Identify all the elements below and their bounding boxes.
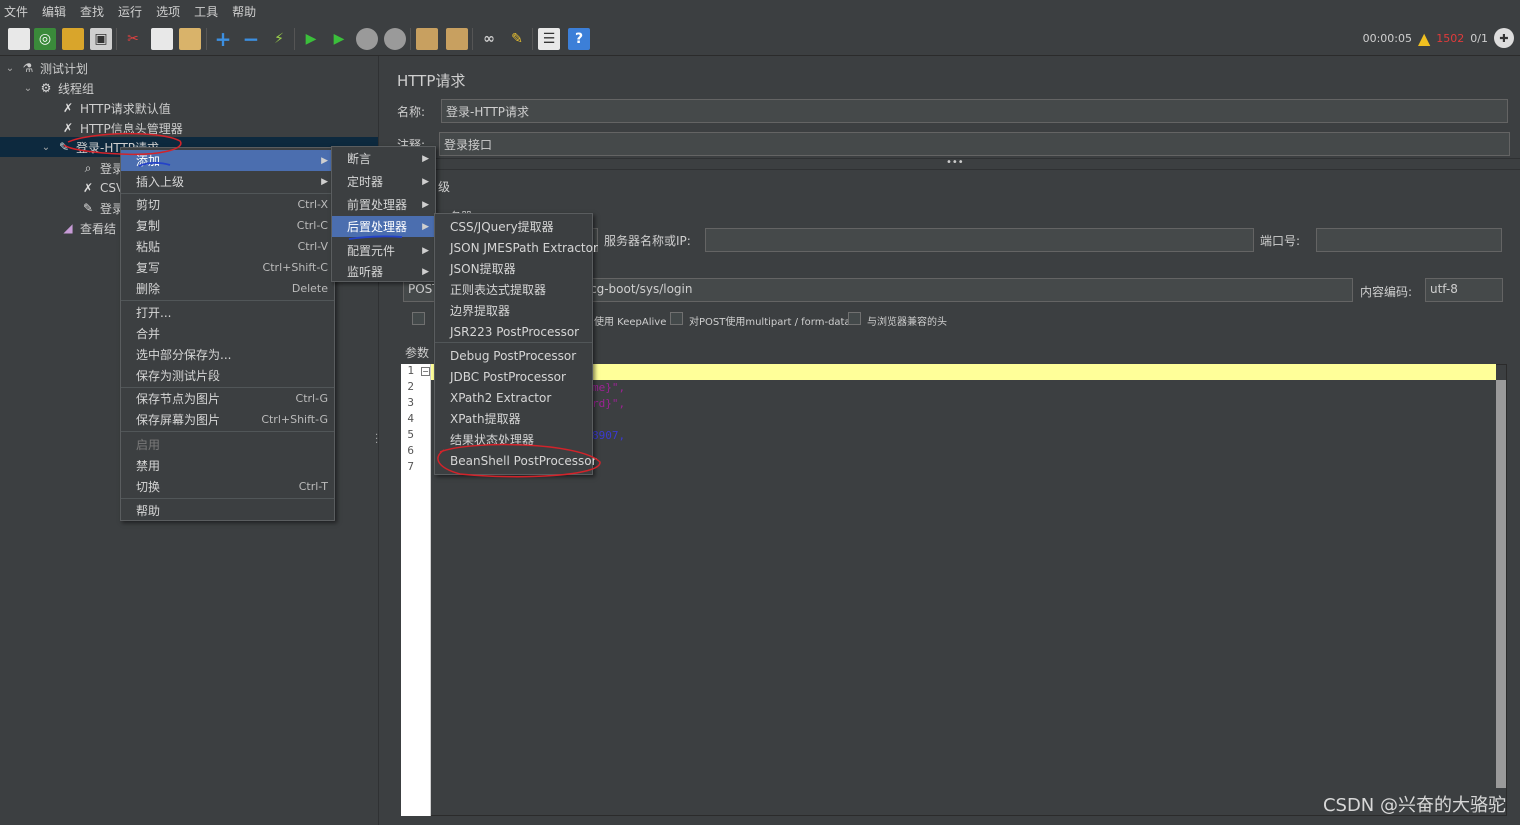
annotation-underline bbox=[138, 161, 171, 167]
watermark: CSDN @兴奋的大骆驼 bbox=[1322, 795, 1506, 816]
annotation-circle bbox=[437, 443, 601, 478]
annotation-circle bbox=[63, 132, 182, 156]
annotation-underline bbox=[348, 235, 403, 240]
annotation-overlay bbox=[63, 132, 601, 478]
